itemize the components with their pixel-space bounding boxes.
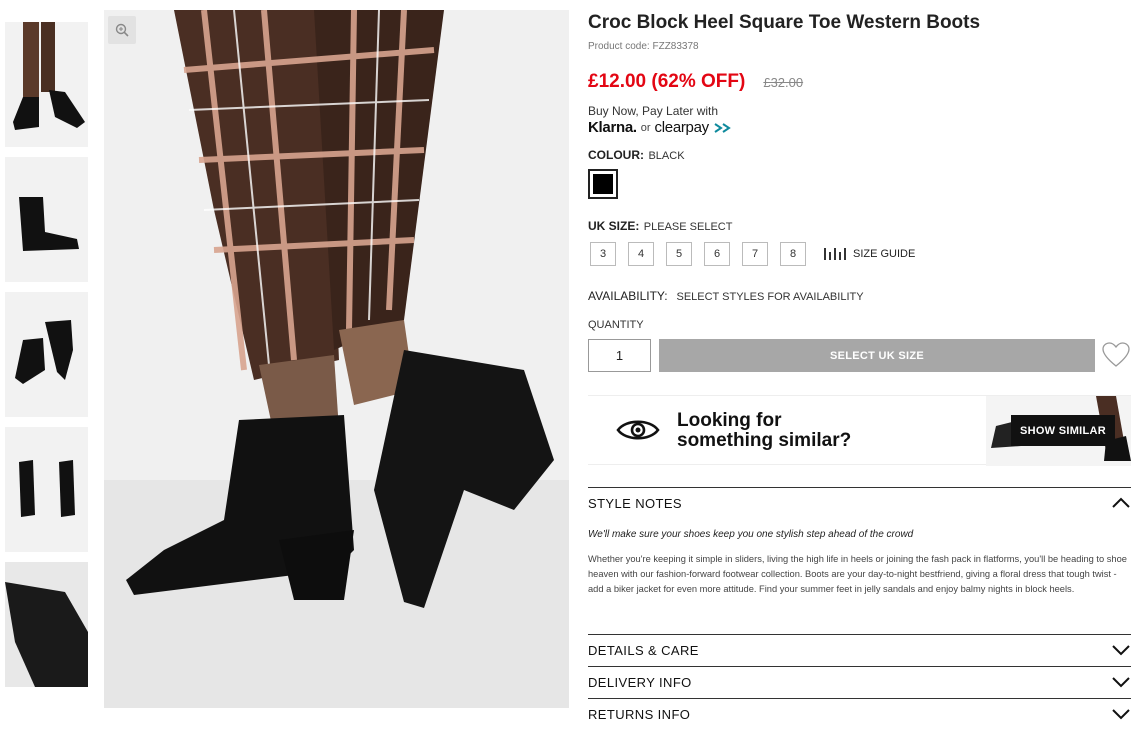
availability-value: SELECT STYLES FOR AVAILABILITY [676,291,864,303]
quantity-input[interactable] [588,339,651,372]
colour-value: BLACK [648,150,685,162]
style-notes-section: STYLE NOTES [588,487,1131,518]
size-guide-link[interactable]: SIZE GUIDE [824,248,915,260]
thumbnail-2[interactable] [5,157,88,282]
swatch-fill [593,174,613,194]
delivery-info-section: DELIVERY INFO [588,666,1131,697]
thumbnail-3-image [5,292,88,417]
eye-icon [616,420,660,440]
chevron-down-icon [1112,677,1130,688]
chevron-down-icon [1112,709,1130,720]
main-product-photo [104,10,569,708]
returns-info-title: RETURNS INFO [588,706,691,722]
style-notes-body: We'll make sure your shoes keep you one … [588,529,1133,597]
style-notes-title: STYLE NOTES [588,495,682,511]
delivery-info-title: DELIVERY INFO [588,674,692,690]
colour-swatch-black[interactable] [588,169,618,199]
clearpay-logo[interactable]: clearpay [655,119,710,136]
size-options: 3 4 5 6 7 8 SIZE GUIDE [590,242,915,266]
show-similar-button[interactable]: SHOW SIMILAR [1011,415,1115,446]
availability: AVAILABILITY: SELECT STYLES FOR AVAILABI… [588,287,864,305]
thumbnail-3[interactable] [5,292,88,417]
chevron-down-icon [1112,645,1130,656]
price-row: £12.00 (62% OFF) £32.00 [588,71,803,93]
delivery-info-toggle[interactable]: DELIVERY INFO [588,667,1131,697]
add-to-bag-button[interactable]: SELECT UK SIZE [659,339,1095,372]
zoom-icon [115,23,129,37]
availability-label: AVAILABILITY: [588,289,668,303]
size-value: PLEASE SELECT [643,221,733,233]
size-guide-icon [824,248,846,260]
size-option-7[interactable]: 7 [742,242,768,266]
heart-icon [1102,342,1130,367]
similar-line-2: something similar? [677,430,852,451]
thumbnail-list [5,22,89,697]
details-care-title: DETAILS & CARE [588,642,699,658]
chevron-up-icon [1112,497,1130,508]
or-text: or [640,121,651,134]
original-price: £32.00 [763,75,804,90]
size-option-5[interactable]: 5 [666,242,692,266]
similar-banner: Looking for something similar? SHOW SIMI… [588,395,1131,466]
size-label: UK SIZE: PLEASE SELECT [588,217,732,235]
returns-info-section: RETURNS INFO [588,698,1131,729]
colour-label-title: COLOUR: [588,148,644,162]
thumbnail-4-image [5,427,88,552]
payment-logos: Klarna. or clearpay [588,119,733,136]
size-label-title: UK SIZE: [588,219,640,233]
main-product-image [104,10,569,708]
style-notes-description: Whether you're keeping it simple in slid… [588,554,1127,594]
size-option-4[interactable]: 4 [628,242,654,266]
size-option-8[interactable]: 8 [780,242,806,266]
details-care-section: DETAILS & CARE [588,634,1131,665]
product-code: Product code: FZZ83378 [588,41,699,52]
size-option-3[interactable]: 3 [590,242,616,266]
details-care-toggle[interactable]: DETAILS & CARE [588,635,1131,665]
thumbnail-2-image [5,157,88,282]
thumbnail-5-image [5,562,88,687]
wishlist-button[interactable] [1102,342,1130,373]
thumbnail-1[interactable] [5,22,88,147]
thumbnail-4[interactable] [5,427,88,552]
quantity-label: QUANTITY [588,319,644,331]
bnpl-text: Buy Now, Pay Later with [588,104,719,118]
size-option-6[interactable]: 6 [704,242,730,266]
thumbnail-1-image [5,22,88,147]
thumbnail-5[interactable] [5,562,88,687]
similar-heading: Looking for something similar? [677,411,851,451]
similar-line-1: Looking for [677,410,782,431]
sale-price: £12.00 (62% OFF) [588,71,746,92]
size-guide-label: SIZE GUIDE [853,248,916,260]
style-notes-tagline: We'll make sure your shoes keep you one … [588,529,914,540]
zoom-button[interactable] [108,16,136,44]
returns-info-toggle[interactable]: RETURNS INFO [588,699,1131,729]
clearpay-arrows-icon [714,122,731,133]
product-title: Croc Block Heel Square Toe Western Boots [588,12,981,33]
colour-label: COLOUR: BLACK [588,146,685,164]
style-notes-toggle[interactable]: STYLE NOTES [588,488,1131,518]
klarna-logo[interactable]: Klarna. [588,119,637,136]
